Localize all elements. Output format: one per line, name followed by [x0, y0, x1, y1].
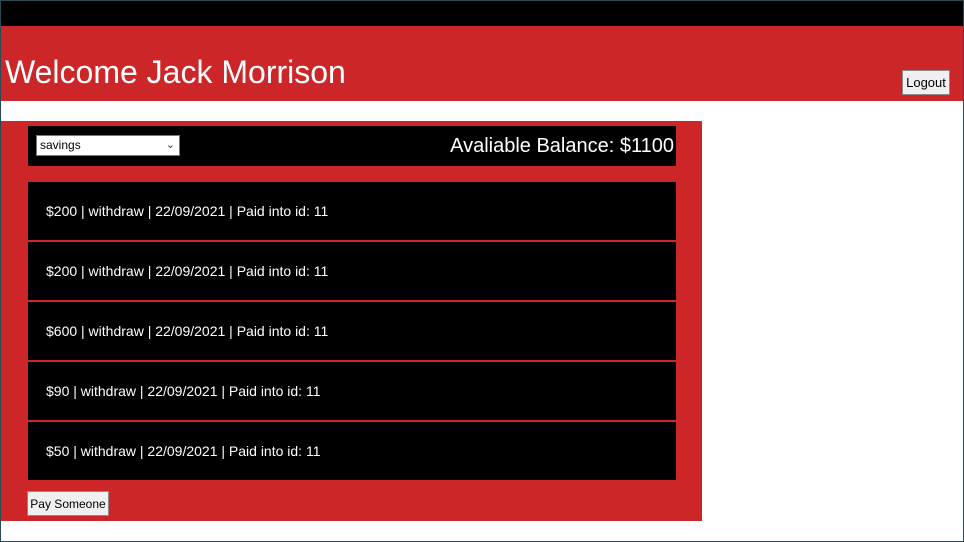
account-select-value: savings — [40, 138, 81, 152]
title-bar — [1, 1, 963, 26]
logout-button[interactable]: Logout — [902, 70, 950, 95]
account-select[interactable]: savings ⌄ — [36, 135, 180, 156]
account-bar: savings ⌄ Avaliable Balance: $1100 — [28, 126, 676, 166]
transaction-row: $50 | withdraw | 22/09/2021 | Paid into … — [28, 422, 676, 480]
chevron-down-icon: ⌄ — [165, 139, 175, 151]
account-panel: savings ⌄ Avaliable Balance: $1100 $200 … — [1, 121, 702, 521]
transaction-row: $90 | withdraw | 22/09/2021 | Paid into … — [28, 362, 676, 420]
transaction-row: $200 | withdraw | 22/09/2021 | Paid into… — [28, 182, 676, 240]
header-bar: Welcome Jack Morrison Logout — [1, 26, 963, 101]
transaction-row: $200 | withdraw | 22/09/2021 | Paid into… — [28, 242, 676, 300]
pay-someone-button[interactable]: Pay Someone — [27, 491, 109, 516]
transaction-row: $600 | withdraw | 22/09/2021 | Paid into… — [28, 302, 676, 360]
welcome-heading: Welcome Jack Morrison — [5, 54, 346, 90]
transaction-list: $200 | withdraw | 22/09/2021 | Paid into… — [28, 182, 676, 482]
app-window: Welcome Jack Morrison Logout savings ⌄ A… — [0, 0, 964, 542]
available-balance: Avaliable Balance: $1100 — [450, 135, 674, 157]
